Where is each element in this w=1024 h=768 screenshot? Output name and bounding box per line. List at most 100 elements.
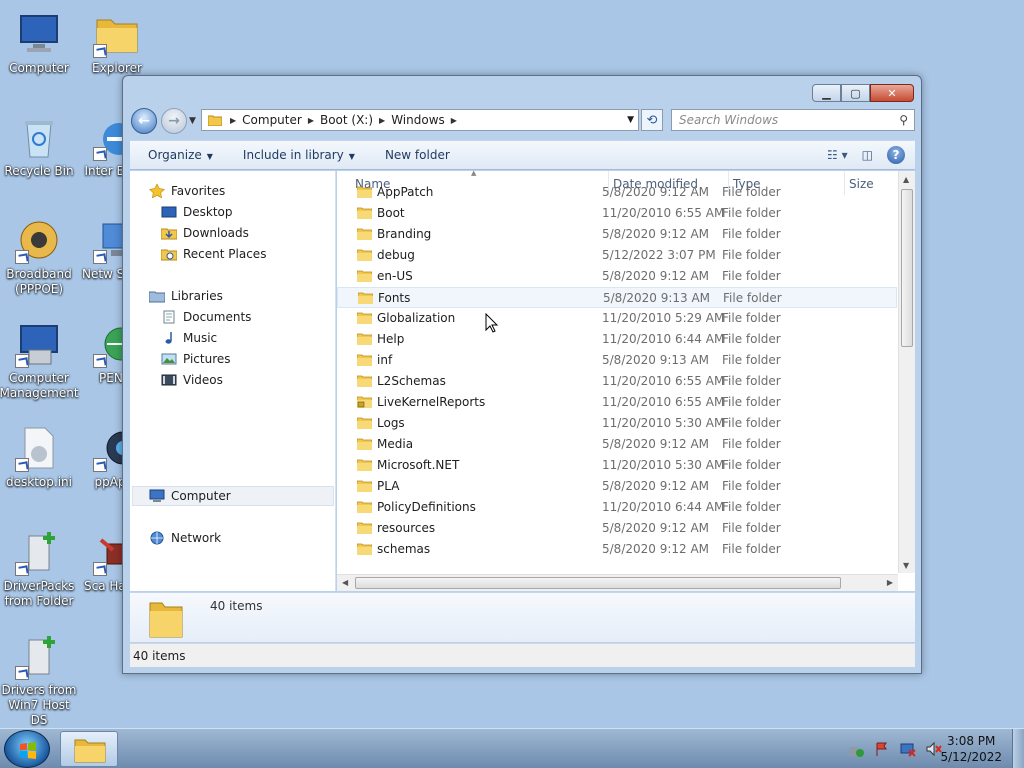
new-folder-label: New folder xyxy=(384,148,450,162)
file-name: LiveKernelReports xyxy=(377,395,486,409)
desktop-icon-driverpacks[interactable]: DriverPacks from Folder xyxy=(0,528,79,609)
address-dropdown-icon[interactable]: ▼ xyxy=(627,115,634,125)
file-row[interactable]: en-US 5/8/2020 9:12 AM File folder xyxy=(337,266,897,287)
address-bar[interactable]: ▶ Computer ▶ Boot (X:) ▶ Windows ▶ ▼ xyxy=(201,109,639,131)
network-status-icon[interactable] xyxy=(900,741,916,757)
organize-button[interactable]: Organize ▼ xyxy=(148,148,213,162)
desktop-icon-explorer[interactable]: Explorer xyxy=(77,10,157,76)
file-row[interactable]: L2Schemas 11/20/2010 6:55 AM File folder xyxy=(337,371,897,392)
search-icon[interactable]: ⚲ xyxy=(899,113,908,127)
system-tray xyxy=(848,741,942,757)
breadcrumb-separator-icon[interactable]: ▶ xyxy=(451,116,457,125)
recent-pages-dropdown[interactable]: ▼ xyxy=(189,116,196,126)
change-view-icon[interactable]: ☷ ▾ xyxy=(827,148,848,162)
nav-computer[interactable]: Computer xyxy=(132,486,334,506)
file-date: 5/8/2020 9:12 AM xyxy=(602,269,710,283)
file-type: File folder xyxy=(722,185,781,199)
file-row[interactable]: PLA 5/8/2020 9:12 AM File folder xyxy=(337,476,897,497)
file-name: Branding xyxy=(377,227,432,241)
shortcut-arrow-icon xyxy=(15,562,29,576)
file-name: Media xyxy=(377,437,414,451)
file-date: 11/20/2010 6:55 AM xyxy=(602,395,725,409)
file-row[interactable]: Microsoft.NET 11/20/2010 5:30 AM File fold… xyxy=(337,455,897,476)
file-name: Fonts xyxy=(378,291,411,305)
breadcrumb-separator-icon[interactable]: ▶ xyxy=(379,116,385,125)
chevron-down-icon: ▼ xyxy=(206,152,213,161)
scroll-right-icon[interactable]: ▶ xyxy=(887,578,893,587)
maximize-button[interactable]: ▢ xyxy=(841,84,870,102)
nav-music-label: Music xyxy=(183,331,218,345)
file-type: File folder xyxy=(722,332,781,346)
desktop-icon-computer-management[interactable]: Computer Management xyxy=(0,320,79,401)
nav-libraries-label: Libraries xyxy=(171,289,223,303)
scroll-up-icon[interactable]: ▲ xyxy=(903,175,909,184)
search-input[interactable]: Search Windows ⚲ xyxy=(671,109,915,131)
desktop-icon-recycle-bin[interactable]: Recycle Bin xyxy=(0,113,79,179)
file-date: 11/20/2010 5:29 AM xyxy=(602,311,725,325)
search-placeholder: Search Windows xyxy=(679,113,779,127)
refresh-button[interactable]: ⟲ xyxy=(641,109,663,131)
flag-icon[interactable] xyxy=(874,741,890,757)
downloads-icon xyxy=(160,226,178,240)
desktop-icon-ini-file[interactable]: desktop.ini xyxy=(0,424,79,490)
file-row[interactable]: PolicyDefinitions 11/20/2010 6:44 AM File … xyxy=(337,497,897,518)
taskbar-explorer-button[interactable] xyxy=(60,731,118,767)
desktop-icon-broadband[interactable]: Broadband (PPPOE) xyxy=(0,216,79,297)
file-row[interactable]: AppPatch 5/8/2020 9:12 AM File folder xyxy=(337,182,897,203)
file-row[interactable]: LiveKernelReports 11/20/2010 6:55 AM File … xyxy=(337,392,897,413)
desktop-icon-drivers-host[interactable]: Drivers from Win7 Host DS xyxy=(0,632,79,728)
scroll-left-icon[interactable]: ◀ xyxy=(342,578,348,587)
music-icon xyxy=(161,331,177,345)
nav-network[interactable]: Network xyxy=(149,528,355,548)
vertical-scroll-thumb[interactable] xyxy=(901,189,913,347)
file-type: File folder xyxy=(722,542,781,556)
desktop-icon xyxy=(161,205,177,219)
file-row[interactable]: debug 5/12/2022 3:07 PM File folder xyxy=(337,245,897,266)
desktop-icon-computer[interactable]: Computer xyxy=(0,10,79,76)
file-type: File folder xyxy=(722,458,781,472)
safely-remove-hardware-icon[interactable] xyxy=(848,741,864,757)
close-button[interactable]: ✕ xyxy=(870,84,914,102)
file-row[interactable]: Fonts 5/8/2020 9:13 AM File folder xyxy=(337,287,897,308)
breadcrumb-boot[interactable]: Boot (X:) xyxy=(320,113,373,127)
include-label: Include in library xyxy=(242,148,344,162)
preview-pane-icon[interactable]: ◫ xyxy=(862,148,873,162)
file-row[interactable]: Branding 5/8/2020 9:12 AM File folder xyxy=(337,224,897,245)
file-name: PLA xyxy=(377,479,400,493)
file-type: File folder xyxy=(722,206,781,220)
recycle-bin-icon xyxy=(15,113,63,161)
breadcrumb-separator-icon[interactable]: ▶ xyxy=(308,116,314,125)
file-row[interactable]: inf 5/8/2020 9:13 AM File folder xyxy=(337,350,897,371)
forward-button[interactable]: → xyxy=(161,108,187,134)
file-row[interactable]: schemas 5/8/2020 9:12 AM File folder xyxy=(337,539,897,560)
nav-libraries[interactable]: Libraries xyxy=(148,286,355,306)
horizontal-scroll-thumb[interactable] xyxy=(355,577,841,589)
nav-favorites[interactable]: Favorites xyxy=(149,181,355,201)
folder-icon xyxy=(358,292,373,304)
breadcrumb-windows[interactable]: Windows xyxy=(391,113,445,127)
taskbar-clock[interactable]: 3:08 PM 5/12/2022 xyxy=(940,733,1002,765)
breadcrumb-computer[interactable]: Computer xyxy=(242,113,302,127)
horizontal-scrollbar[interactable]: ◀ ▶ xyxy=(337,574,898,591)
minimize-button[interactable]: ▁ xyxy=(812,84,841,102)
file-row[interactable]: Logs 11/20/2010 5:30 AM File folder xyxy=(337,413,897,434)
vertical-scrollbar[interactable]: ▲ ▼ xyxy=(898,171,915,573)
file-row[interactable]: Boot 11/20/2010 6:55 AM File folder xyxy=(337,203,897,224)
pictures-icon xyxy=(161,352,177,366)
shortcut-arrow-icon xyxy=(93,458,107,472)
include-in-library-button[interactable]: Include in library ▼ xyxy=(243,148,355,162)
file-row[interactable]: resources 5/8/2020 9:12 AM File folder xyxy=(337,518,897,539)
show-desktop-button[interactable] xyxy=(1012,729,1024,768)
desktop-icon-label: Computer Management xyxy=(0,371,79,400)
file-row[interactable]: Media 5/8/2020 9:12 AM File folder xyxy=(337,434,897,455)
scroll-down-icon[interactable]: ▼ xyxy=(903,561,909,570)
file-type: File folder xyxy=(722,500,781,514)
new-folder-button[interactable]: New folder xyxy=(385,148,450,162)
back-button[interactable]: ← xyxy=(131,108,157,134)
file-row[interactable]: Help 11/20/2010 6:44 AM File folder xyxy=(337,329,897,350)
help-icon[interactable]: ? xyxy=(887,146,905,164)
start-button[interactable] xyxy=(4,730,50,768)
nav-recent-label: Recent Places xyxy=(183,247,267,261)
sort-ascending-icon: ▲ xyxy=(471,169,477,177)
file-row[interactable]: Globalization 11/20/2010 5:29 AM File fold… xyxy=(337,308,897,329)
